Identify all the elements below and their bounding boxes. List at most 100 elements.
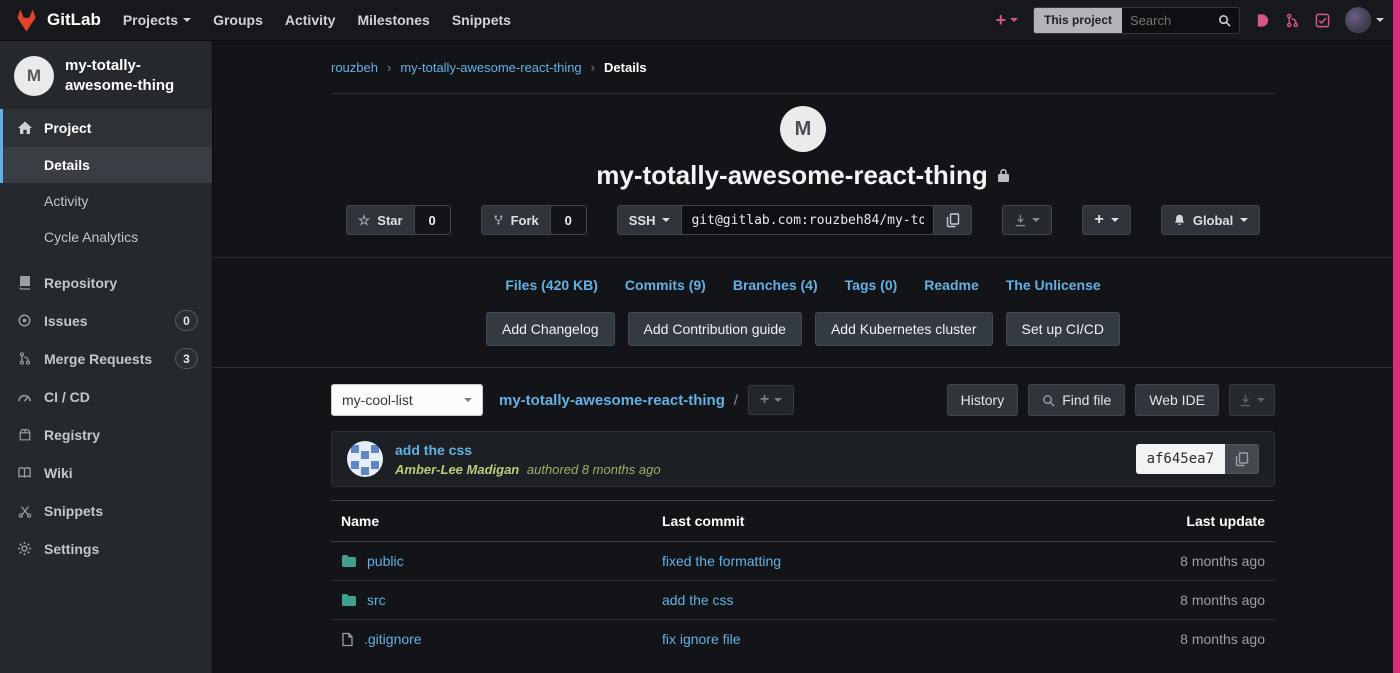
- sidebar-item-wiki[interactable]: Wiki: [0, 454, 212, 492]
- sidebar-item-cicd[interactable]: CI / CD: [0, 378, 212, 416]
- sidebar-item-issues[interactable]: Issues 0: [0, 302, 212, 340]
- copy-clone-url-button[interactable]: [934, 205, 972, 235]
- chevron-down-icon: [1257, 398, 1265, 402]
- nav-item-snippets[interactable]: Snippets: [452, 12, 511, 28]
- project-avatar-large: M: [780, 106, 826, 152]
- table-row: .gitignore fix ignore file 8 months ago: [331, 620, 1275, 659]
- sidebar-item-details[interactable]: Details: [0, 147, 212, 183]
- commit-author-avatar[interactable]: [347, 441, 383, 477]
- chevron-down-icon: [662, 218, 670, 222]
- clone-group: SSH: [617, 205, 973, 235]
- last-update-text: 8 months ago: [1180, 592, 1265, 608]
- chevron-down-icon: [1111, 218, 1119, 222]
- home-icon: [16, 120, 33, 135]
- add-kubernetes-cluster-button[interactable]: Add Kubernetes cluster: [815, 312, 993, 346]
- web-ide-button[interactable]: Web IDE: [1135, 384, 1219, 416]
- history-button[interactable]: History: [947, 384, 1019, 416]
- branches-link[interactable]: Branches (4): [733, 277, 818, 293]
- sidebar-item-settings[interactable]: Settings: [0, 530, 212, 568]
- file-name-link[interactable]: public: [367, 553, 404, 569]
- commit-author-link[interactable]: Amber-Lee Madigan: [395, 462, 519, 477]
- star-button[interactable]: ☆ Star: [346, 205, 415, 235]
- todos-icon[interactable]: [1315, 13, 1330, 28]
- commit-timestamp: authored 8 months ago: [527, 462, 661, 477]
- chevron-down-icon: [1240, 218, 1248, 222]
- files-link[interactable]: Files (420 KB): [505, 277, 598, 293]
- sidebar-item-activity[interactable]: Activity: [0, 183, 212, 219]
- copy-icon: [946, 213, 960, 228]
- download-source-dropdown[interactable]: [1002, 205, 1052, 235]
- bell-icon: [1173, 213, 1186, 227]
- logo-text: GitLab: [47, 10, 101, 30]
- tree-root-link[interactable]: my-totally-awesome-react-thing: [499, 392, 725, 409]
- search-scope-badge[interactable]: This project: [1034, 8, 1122, 33]
- folder-icon: [341, 593, 357, 607]
- star-group: ☆ Star 0: [346, 205, 451, 235]
- breadcrumb-project[interactable]: my-totally-awesome-react-thing: [400, 60, 581, 75]
- plus-icon: +: [1094, 212, 1103, 228]
- sidebar-item-snippets[interactable]: Snippets: [0, 492, 212, 530]
- new-item-dropdown[interactable]: +: [1082, 205, 1130, 235]
- new-dropdown-button[interactable]: +: [995, 11, 1018, 29]
- gitlab-logo[interactable]: GitLab: [14, 8, 101, 33]
- last-update-text: 8 months ago: [1180, 553, 1265, 569]
- add-file-dropdown[interactable]: +: [748, 385, 794, 415]
- fork-count[interactable]: 0: [551, 205, 587, 235]
- sidebar-item-project[interactable]: Project: [0, 109, 212, 147]
- column-header-last-commit: Last commit: [652, 501, 1067, 542]
- commit-message-link[interactable]: add the css: [662, 592, 734, 608]
- tanuki-icon: [14, 8, 39, 33]
- plus-icon: +: [995, 11, 1006, 29]
- lock-icon: [997, 168, 1010, 183]
- add-contribution-guide-button[interactable]: Add Contribution guide: [628, 312, 802, 346]
- download-archive-dropdown[interactable]: [1229, 384, 1275, 416]
- search-input[interactable]: [1122, 13, 1218, 28]
- nav-item-activity[interactable]: Activity: [285, 12, 336, 28]
- nav-item-groups[interactable]: Groups: [213, 12, 263, 28]
- search-icon[interactable]: [1218, 14, 1231, 27]
- sidebar-item-merge-requests[interactable]: Merge Requests 3: [0, 340, 212, 378]
- quick-actions: Add Changelog Add Contribution guide Add…: [331, 312, 1275, 346]
- user-menu[interactable]: [1345, 7, 1384, 33]
- commit-sha-group: af645ea7: [1136, 444, 1259, 474]
- fork-button[interactable]: Fork: [481, 205, 551, 235]
- readme-link[interactable]: Readme: [924, 277, 978, 293]
- sidebar-item-registry[interactable]: Registry: [0, 416, 212, 454]
- star-count[interactable]: 0: [415, 205, 451, 235]
- last-commit-panel: add the css Amber-Lee Madigan authored 8…: [331, 431, 1275, 487]
- notifications-dropdown[interactable]: Global: [1161, 205, 1260, 235]
- registry-icon: [16, 428, 33, 442]
- chevron-down-icon: [1032, 218, 1040, 222]
- cicd-icon: [16, 390, 33, 403]
- add-changelog-button[interactable]: Add Changelog: [486, 312, 615, 346]
- setup-cicd-button[interactable]: Set up CI/CD: [1006, 312, 1120, 346]
- file-name-link[interactable]: src: [367, 592, 386, 608]
- merge-requests-icon[interactable]: [1285, 13, 1300, 28]
- commit-message-link[interactable]: fix ignore file: [662, 631, 741, 647]
- clone-url-input[interactable]: [682, 205, 934, 235]
- sidebar-project-header[interactable]: M my-totally-awesome-thing: [0, 41, 212, 109]
- branch-selector[interactable]: my-cool-list: [331, 384, 483, 416]
- table-row: public fixed the formatting 8 months ago: [331, 542, 1275, 581]
- nav-item-milestones[interactable]: Milestones: [357, 12, 429, 28]
- find-file-button[interactable]: Find file: [1028, 384, 1125, 416]
- settings-gear-icon: [16, 541, 33, 556]
- page-scrollbar[interactable]: [1393, 0, 1400, 673]
- sidebar-item-cycle-analytics[interactable]: Cycle Analytics: [0, 219, 212, 255]
- files-table: Name Last commit Last update public: [331, 500, 1275, 658]
- copy-sha-button[interactable]: [1225, 444, 1259, 474]
- chevron-down-icon: [1010, 18, 1018, 22]
- clone-protocol-dropdown[interactable]: SSH: [617, 205, 683, 235]
- file-name-link[interactable]: .gitignore: [364, 631, 422, 647]
- commit-message-link[interactable]: fixed the formatting: [662, 553, 781, 569]
- issues-icon[interactable]: [1255, 13, 1270, 28]
- tags-link[interactable]: Tags (0): [845, 277, 898, 293]
- nav-item-projects[interactable]: Projects: [123, 12, 191, 28]
- commit-meta: Amber-Lee Madigan authored 8 months ago: [395, 462, 661, 477]
- commits-link[interactable]: Commits (9): [625, 277, 706, 293]
- sidebar-item-repository[interactable]: Repository: [0, 264, 212, 302]
- commit-title-link[interactable]: add the css: [395, 442, 661, 458]
- license-link[interactable]: The Unlicense: [1006, 277, 1101, 293]
- breadcrumb-separator: ›: [591, 60, 595, 75]
- breadcrumb-namespace[interactable]: rouzbeh: [331, 60, 378, 75]
